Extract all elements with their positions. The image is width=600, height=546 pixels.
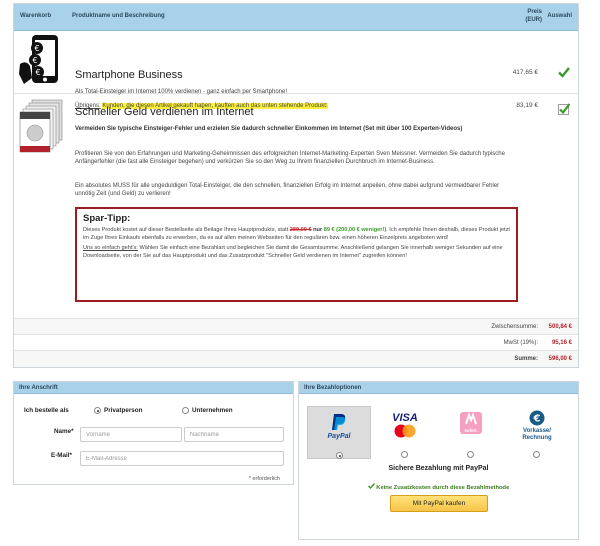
radio-private-label[interactable]: Privatperson <box>104 407 143 414</box>
col-name: Produktname und Beschreibung <box>72 13 165 19</box>
checkbox-checked-icon[interactable] <box>558 103 570 115</box>
smartphone-euro-icon: € € € <box>19 35 58 84</box>
payment-option-sofort[interactable]: Sofort. <box>439 406 503 459</box>
invoice-label: Rechnung <box>522 435 552 441</box>
email-input[interactable] <box>80 451 284 466</box>
euro-coin-icon: € <box>529 410 545 426</box>
checkmark-icon[interactable] <box>558 66 570 78</box>
radio-company[interactable] <box>182 407 189 414</box>
product-row: € € € Smartphone Business 417,65 € Als T… <box>14 31 578 109</box>
product-box-stack-icon <box>19 99 63 153</box>
radio-company-label[interactable]: Unternehmen <box>192 407 233 414</box>
col-price: Preis (EUR) <box>525 9 542 23</box>
total-value: 596,00 € <box>548 356 572 362</box>
lastname-input[interactable] <box>184 427 284 442</box>
payment-option-prepayment[interactable]: € Vorkasse/ Rechnung <box>505 406 569 459</box>
order-as-label: Ich bestelle als <box>24 407 69 414</box>
product-title: Smartphone Business <box>75 69 183 81</box>
payment-note: Keine Zusatzkosten durch diese Bezahlmet… <box>299 483 578 491</box>
svg-text:€: € <box>32 56 37 65</box>
prepayment-label: Vorkasse/ <box>523 428 551 434</box>
sofort-label: Sofort. <box>464 428 478 433</box>
payment-header: Ihre Bezahloptionen <box>299 382 578 394</box>
old-price: 289,00 € <box>289 227 312 233</box>
product-description: Profitieren Sie von den Erfahrungen und … <box>75 151 505 165</box>
payment-panel: Ihre Bezahloptionen PayPal VISA MasterCa… <box>298 381 579 540</box>
tax-value: 95,16 € <box>551 340 572 346</box>
product-row: Schneller Geld verdienen im Internet 83,… <box>14 94 578 319</box>
firstname-input[interactable] <box>80 427 182 442</box>
product-price: 83,19 € <box>516 102 538 109</box>
subtotal-row: Zwischensumme: 500,84 € <box>14 319 578 335</box>
col-selection: Auswahl <box>547 13 572 19</box>
paypal-buy-button[interactable]: Mit PayPal kaufen <box>390 495 488 512</box>
payment-title: Sichere Bezahlung mit PayPal <box>388 465 489 472</box>
new-price: 89 € (200,00 € weniger!) <box>323 227 387 233</box>
cart-table: Warenkorb Produktname und Beschreibung P… <box>13 3 579 368</box>
address-panel: Ihre Anschrift Ich bestelle als Privatpe… <box>13 381 294 485</box>
product-title: Schneller Geld verdienen im Internet <box>75 106 254 118</box>
payment-option-paypal[interactable]: PayPal <box>307 406 371 459</box>
tip-title: Spar-Tipp: <box>83 213 131 224</box>
table-header: Warenkorb Produktname und Beschreibung P… <box>14 4 578 31</box>
name-label: Name* <box>54 428 74 435</box>
payment-option-card[interactable]: VISA MasterCard <box>373 406 437 459</box>
total-row: Summe: 596,00 € <box>14 351 578 367</box>
col-cart: Warenkorb <box>20 13 52 19</box>
product-description-2: Ein absolutes MUSS für alle ungeduldigen… <box>75 183 500 197</box>
radio-private[interactable] <box>94 407 101 414</box>
product-price: 417,65 € <box>512 69 538 76</box>
svg-text:€: € <box>34 44 39 53</box>
sofort-logo-icon: Sofort. <box>460 412 482 434</box>
savings-tip-box: Spar-Tipp: Dieses Produkt kostet auf die… <box>75 207 518 302</box>
mastercard-logo-icon <box>394 424 416 438</box>
subtotal-value: 500,84 € <box>548 324 572 330</box>
paypal-label: PayPal <box>327 433 351 440</box>
radio-card[interactable] <box>401 451 408 458</box>
svg-text:€: € <box>533 414 541 425</box>
radio-paypal[interactable] <box>336 452 343 459</box>
email-label: E-Mail* <box>51 452 72 459</box>
svg-text:€: € <box>35 68 40 77</box>
radio-prepayment[interactable] <box>533 451 540 458</box>
address-header: Ihre Anschrift <box>14 382 293 394</box>
visa-logo-icon: VISA <box>392 412 418 424</box>
required-note: * erforderlich <box>248 476 280 482</box>
tax-row: MwSt (19%): 95,16 € <box>14 335 578 351</box>
radio-sofort[interactable] <box>467 451 474 458</box>
mastercard-label: MasterCard <box>395 439 415 443</box>
tip-paragraph: Dieses Produkt kostet auf dieser Bestell… <box>83 227 510 241</box>
tip-instructions: Uns so einfach geht's: Wählen Sie einfac… <box>83 245 503 259</box>
paypal-logo-icon <box>332 414 346 430</box>
checkmark-icon <box>367 483 375 490</box>
product-intro: Vermeiden Sie typische Einsteiger-Fehler… <box>75 126 463 132</box>
